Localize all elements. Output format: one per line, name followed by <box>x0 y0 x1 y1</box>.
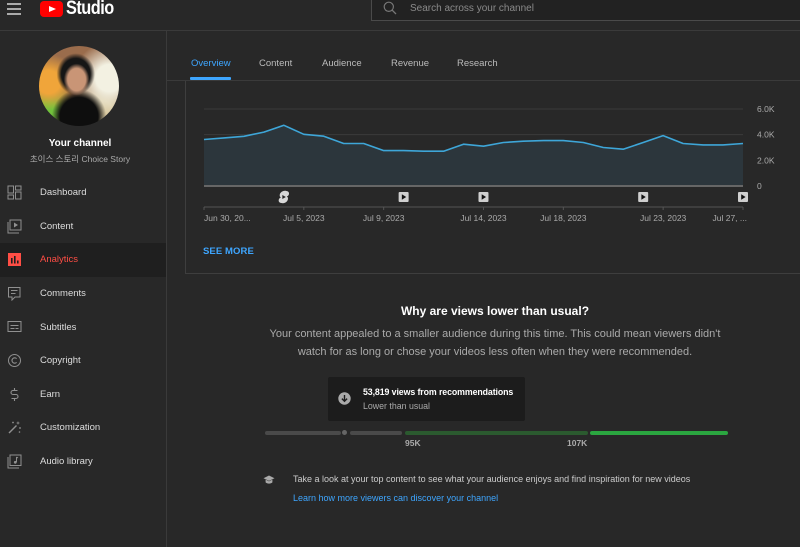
sidebar-item-label: Content <box>40 220 74 232</box>
tab-revenue[interactable]: Revenue <box>391 58 429 69</box>
shorts-marker-icon[interactable] <box>278 190 290 204</box>
sidebar-item-label: Earn <box>40 388 61 400</box>
video-marker-icon[interactable] <box>738 192 748 202</box>
sidebar-item-subtitles[interactable]: Subtitles <box>0 310 166 344</box>
metric-subtitle: Lower than usual <box>363 401 430 411</box>
active-tab-indicator <box>190 77 231 80</box>
x-tick-label: Jul 18, 2023 <box>540 213 587 223</box>
video-marker-icon[interactable] <box>398 192 409 202</box>
insight-title: Why are views lower than usual? <box>400 304 590 318</box>
arrow-down-circle-icon <box>338 392 351 405</box>
insight-section: Why are views lower than usual? Your con… <box>190 304 800 361</box>
sidebar-item-label: Comments <box>40 288 86 300</box>
sidebar: Your channel 초이스 스토리 Choice Story Dashbo… <box>0 31 167 547</box>
logo-text: Studio <box>66 0 114 19</box>
x-tick-label: Jul 9, 2023 <box>363 213 405 223</box>
dollar-icon <box>10 387 19 401</box>
menu-icon[interactable] <box>7 2 22 15</box>
tab-audience[interactable]: Audience <box>322 58 362 69</box>
dashboard-icon <box>7 185 22 200</box>
copyright-icon <box>8 353 21 367</box>
comments-icon <box>8 286 21 301</box>
tab-content[interactable]: Content <box>259 58 292 69</box>
audio-library-icon <box>7 454 22 469</box>
tab-research[interactable]: Research <box>457 58 498 69</box>
sidebar-item-label: Analytics <box>40 254 79 266</box>
tip-text: Take a look at your top content to see w… <box>293 474 691 484</box>
range-segment-above <box>590 431 728 435</box>
search-icon <box>383 1 397 15</box>
sidebar-item-label: Subtitles <box>40 321 77 333</box>
sidebar-item-label: Audio library <box>40 456 93 468</box>
sidebar-item-earn[interactable]: Earn <box>0 378 166 412</box>
content-icon <box>7 219 22 234</box>
views-chart-card: 0 2.0K 4.0K 6.0K Jun 30, 20... Jul 5, 2023 Jul… <box>185 81 800 274</box>
y-tick-label: 4.0K <box>757 130 775 140</box>
sidebar-item-label: Dashboard <box>40 187 87 199</box>
range-segment-typical <box>405 431 588 435</box>
recommendation-views-tooltip: 53,819 views from recommendations Lower … <box>328 377 525 421</box>
metric-title: 53,819 views from recommendations <box>363 387 514 397</box>
sidebar-item-content[interactable]: Content <box>0 210 166 244</box>
tab-overview[interactable]: Overview <box>191 58 231 69</box>
graduation-cap-icon <box>263 475 275 484</box>
typical-range-bar: 95K 107K <box>0 430 800 451</box>
sidebar-item-comments[interactable]: Comments <box>0 277 166 311</box>
range-high-label: 107K <box>567 438 588 448</box>
x-tick-label: Jun 30, 20... <box>204 213 251 223</box>
sidebar-item-label: Copyright <box>40 355 81 367</box>
channel-title: Your channel <box>48 138 112 149</box>
see-more-button[interactable]: SEE MORE <box>203 246 254 257</box>
channel-avatar[interactable] <box>39 46 119 126</box>
range-segment-below <box>265 431 341 435</box>
x-tick-label: Jul 5, 2023 <box>283 213 325 223</box>
sidebar-item-copyright[interactable]: Copyright <box>0 344 166 378</box>
search-box[interactable] <box>371 0 800 21</box>
sidebar-item-dashboard[interactable]: Dashboard <box>0 176 166 210</box>
analytics-tabs: Overview Content Audience Revenue Resear… <box>167 31 800 81</box>
learn-more-link[interactable]: Learn how more viewers can discover your… <box>293 493 498 503</box>
y-tick-label: 6.0K <box>757 104 775 114</box>
range-low-label: 95K <box>405 438 421 448</box>
x-tick-label: Jul 14, 2023 <box>460 213 507 223</box>
y-tick-label: 0 <box>757 181 762 191</box>
top-bar: Studio <box>0 0 800 31</box>
search-input[interactable] <box>410 0 790 17</box>
subtitles-icon <box>7 321 22 333</box>
current-value-marker <box>342 430 347 435</box>
youtube-logo-icon <box>40 1 63 17</box>
x-tick-label: Jul 23, 2023 <box>640 213 687 223</box>
video-marker-icon[interactable] <box>478 192 489 202</box>
tip-row: Take a look at your top content to see w… <box>262 472 762 512</box>
analytics-icon <box>8 253 21 267</box>
views-chart[interactable]: 0 2.0K 4.0K 6.0K Jun 30, 20... Jul 5, 2023 Jul… <box>185 81 800 241</box>
insight-body: Your content appealed to a smaller audie… <box>269 328 721 358</box>
channel-name: 초이스 스토리 Choice Story <box>29 154 131 164</box>
range-segment-below <box>350 431 402 435</box>
sidebar-item-analytics[interactable]: Analytics <box>0 243 166 277</box>
studio-logo[interactable]: Studio <box>40 0 122 18</box>
y-tick-label: 2.0K <box>757 155 775 165</box>
x-tick-label: Jul 27, ... <box>713 213 748 223</box>
video-marker-icon[interactable] <box>638 192 649 202</box>
